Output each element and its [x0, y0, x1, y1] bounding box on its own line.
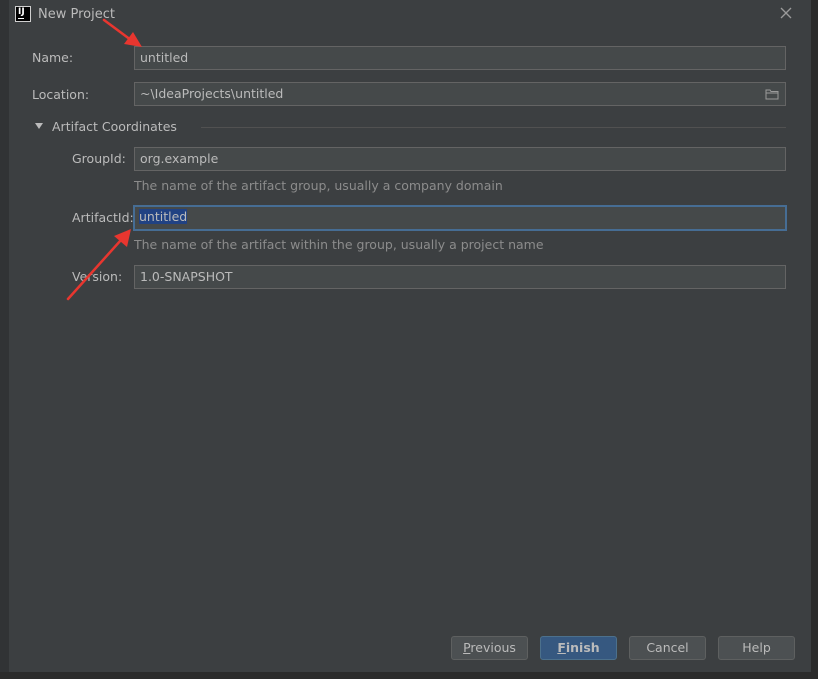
- location-input-value: ~\IdeaProjects\untitled: [140, 86, 284, 101]
- name-label: Name:: [32, 50, 74, 65]
- background-ide-edge: [811, 0, 818, 679]
- groupid-label: GroupId:: [72, 151, 126, 166]
- cancel-button[interactable]: Cancel: [629, 636, 706, 660]
- groupid-input[interactable]: org.example: [134, 147, 786, 171]
- help-button[interactable]: Help: [718, 636, 795, 660]
- background-ide-bottom: [0, 672, 818, 679]
- dialog-title: New Project: [38, 7, 115, 22]
- close-icon[interactable]: [779, 6, 793, 20]
- title-bar: IJ New Project: [9, 0, 811, 30]
- artifactid-input[interactable]: untitled: [133, 205, 787, 231]
- location-input[interactable]: ~\IdeaProjects\untitled: [134, 82, 786, 106]
- version-input-value: 1.0-SNAPSHOT: [140, 269, 233, 284]
- new-project-dialog: IJ New Project Name: untitled Location: …: [9, 0, 811, 672]
- section-divider: [201, 127, 786, 128]
- artifactid-input-value: untitled: [139, 209, 188, 224]
- finish-label: inish: [565, 640, 600, 655]
- groupid-hint: The name of the artifact group, usually …: [134, 178, 503, 193]
- name-input-value: untitled: [140, 50, 189, 65]
- artifactid-label: ArtifactId:: [72, 210, 134, 225]
- intellij-icon: IJ: [15, 6, 31, 22]
- location-label: Location:: [32, 87, 90, 102]
- section-title: Artifact Coordinates: [52, 119, 177, 134]
- previous-label: revious: [470, 640, 516, 655]
- finish-mnemonic: F: [557, 640, 566, 655]
- artifactid-hint: The name of the artifact within the grou…: [134, 237, 544, 252]
- version-label: Version:: [72, 269, 123, 284]
- expand-triangle-icon[interactable]: [35, 123, 43, 129]
- artifact-coordinates-section[interactable]: Artifact Coordinates: [35, 119, 787, 135]
- previous-button[interactable]: Previous: [451, 636, 528, 660]
- name-input[interactable]: untitled: [134, 46, 786, 70]
- version-input[interactable]: 1.0-SNAPSHOT: [134, 265, 786, 289]
- finish-button[interactable]: Finish: [540, 636, 617, 660]
- folder-icon[interactable]: [765, 88, 779, 100]
- groupid-input-value: org.example: [140, 151, 219, 166]
